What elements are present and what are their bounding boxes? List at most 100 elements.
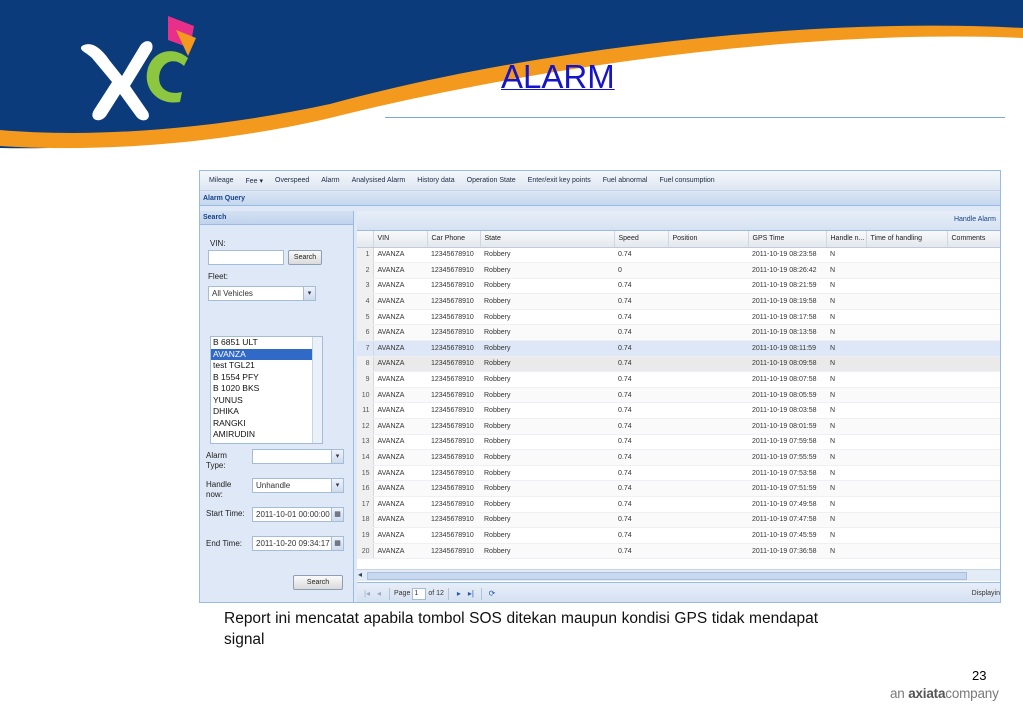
cell-state: Robbery — [480, 309, 614, 326]
table-row[interactable]: 6 AVANZA 12345678910 Robbery 0.74 2011-10-19 … — [357, 324, 1000, 342]
handle-alarm-button[interactable]: Handle Alarm — [954, 216, 996, 223]
first-page-icon[interactable]: |◂ — [361, 589, 373, 598]
table-row[interactable]: 9 AVANZA 12345678910 Robbery 0.74 2011-10-19 … — [357, 371, 1000, 388]
prev-page-icon[interactable]: ◂ — [373, 589, 385, 598]
start-time-input[interactable]: 2011-10-01 00:00:00 ▦ — [252, 507, 344, 522]
cell-comments — [947, 465, 1000, 482]
column-header-gps-time[interactable]: GPS Time — [748, 231, 827, 248]
column-header-position[interactable]: Position — [668, 231, 749, 248]
scroll-left-icon[interactable]: ◂ — [358, 570, 362, 579]
cell-time-of-handling — [866, 465, 947, 482]
cell-time-of-handling — [866, 449, 947, 466]
menu-fuel-abnormal[interactable]: Fuel abnormal — [597, 177, 654, 184]
table-row[interactable]: 2 AVANZA 12345678910 Robbery 0 2011-10-19 08:… — [357, 262, 1000, 279]
search-submit-button[interactable]: Search — [293, 575, 343, 590]
fleet-item[interactable]: RANGKI — [211, 418, 322, 430]
calendar-icon[interactable]: ▦ — [331, 508, 343, 521]
scrollbar-thumb[interactable] — [367, 572, 967, 580]
cell-vin: AVANZA — [373, 402, 427, 420]
table-row[interactable]: 7 AVANZA 12345678910 Robbery 0.74 2011-10-19 … — [357, 340, 1000, 357]
vin-input[interactable] — [208, 250, 284, 265]
table-row[interactable]: 10 AVANZA 12345678910 Robbery 0.74 2011-10-19… — [357, 387, 1000, 404]
menu-analysised-alarm[interactable]: Analysised Alarm — [346, 177, 412, 184]
fleet-item[interactable]: B 1554 PFY — [211, 372, 322, 384]
menu-mileage[interactable]: Mileage — [203, 177, 240, 184]
chevron-down-icon[interactable]: ▾ — [303, 287, 315, 300]
column-header-state[interactable]: State — [480, 231, 615, 248]
cell-speed: 0 — [614, 262, 668, 279]
table-row[interactable]: 4 AVANZA 12345678910 Robbery 0.74 2011-10-19 … — [357, 293, 1000, 310]
refresh-icon[interactable]: ⟳ — [486, 589, 498, 598]
table-row[interactable]: 12 AVANZA 12345678910 Robbery 0.74 2011-10-19… — [357, 418, 1000, 435]
table-row[interactable]: 1 AVANZA 12345678910 Robbery 0.74 2011-10-19 … — [357, 247, 1000, 264]
chevron-down-icon[interactable]: ▾ — [331, 479, 343, 492]
cell-position — [668, 449, 748, 466]
chevron-down-icon[interactable]: ▾ — [331, 450, 343, 463]
column-header-car-phone[interactable]: Car Phone — [427, 231, 481, 248]
column-header-time-of-handling[interactable]: Time of handling — [866, 231, 948, 248]
fleet-select[interactable]: All Vehicles ▾ — [208, 286, 316, 301]
fleet-item[interactable]: AMIRUDIN — [211, 429, 322, 441]
fleet-item[interactable]: YUNUS — [211, 395, 322, 407]
menu-overspeed[interactable]: Overspeed — [269, 177, 315, 184]
table-row[interactable]: 17 AVANZA 12345678910 Robbery 0.74 2011-10-19… — [357, 496, 1000, 513]
menu-enter-exit-key-points[interactable]: Enter/exit key points — [522, 177, 597, 184]
table-row[interactable]: 3 AVANZA 12345678910 Robbery 0.74 2011-10-19 … — [357, 278, 1000, 295]
cell-gps-time: 2011-10-19 08:19:58 — [748, 293, 826, 310]
alarm-type-select[interactable]: ▾ — [252, 449, 344, 464]
calendar-icon[interactable]: ▦ — [331, 537, 343, 550]
table-row[interactable]: 20 AVANZA 12345678910 Robbery 0.74 2011-10-19… — [357, 543, 1000, 560]
row-number: 10 — [357, 387, 374, 404]
cell-handle-now: N — [826, 340, 866, 357]
column-header-comments[interactable]: Comments — [947, 231, 1000, 248]
fleet-list[interactable]: B 6851 ULT AVANZA test TGL21 B 1554 PFY … — [210, 336, 323, 444]
cell-car-phone: 12345678910 — [427, 527, 480, 544]
end-time-input[interactable]: 2011-10-20 09:34:17 ▦ — [252, 536, 344, 551]
next-page-icon[interactable]: ▸ — [453, 589, 465, 598]
cell-position — [668, 356, 748, 373]
cell-car-phone: 12345678910 — [427, 247, 480, 264]
menu-history-data[interactable]: History data — [411, 177, 460, 184]
table-row[interactable]: 14 AVANZA 12345678910 Robbery 0.74 2011-10-19… — [357, 449, 1000, 466]
table-row[interactable]: 5 AVANZA 12345678910 Robbery 0.74 2011-10-19 … — [357, 309, 1000, 326]
cell-gps-time: 2011-10-19 08:03:58 — [748, 402, 826, 420]
cell-state: Robbery — [480, 387, 614, 404]
cell-comments — [947, 527, 1000, 544]
menu-operation-state[interactable]: Operation State — [461, 177, 522, 184]
cell-speed: 0.74 — [614, 418, 668, 435]
table-row[interactable]: 19 AVANZA 12345678910 Robbery 0.74 2011-10-19… — [357, 527, 1000, 544]
handle-now-select[interactable]: Unhandle ▾ — [252, 478, 344, 493]
fleet-item[interactable]: DHIKA — [211, 406, 322, 418]
page-number-input[interactable]: 1 — [412, 587, 427, 600]
horizontal-scrollbar[interactable]: ◂ — [357, 569, 1000, 581]
menu-alarm[interactable]: Alarm — [315, 177, 345, 184]
table-row[interactable]: 13 AVANZA 12345678910 Robbery 0.74 2011-10-19… — [357, 434, 1000, 451]
cell-position — [668, 262, 748, 279]
cell-handle-now: N — [826, 543, 866, 560]
table-row[interactable]: 15 AVANZA 12345678910 Robbery 0.74 2011-10-19… — [357, 465, 1000, 482]
cell-time-of-handling — [866, 278, 947, 295]
cell-position — [668, 496, 748, 513]
table-row[interactable]: 18 AVANZA 12345678910 Robbery 0.74 2011-10-19… — [357, 512, 1000, 529]
search-panel: Search VIN: Search Fleet: All Vehicles ▾… — [200, 211, 354, 602]
table-row[interactable]: 8 AVANZA 12345678910 Robbery 0.74 2011-10-19 … — [357, 356, 1000, 373]
cell-comments — [947, 402, 1000, 420]
column-header-speed[interactable]: Speed — [614, 231, 669, 248]
column-header-vin[interactable]: VIN — [373, 231, 428, 248]
column-header-handle-now[interactable]: Handle n... — [826, 231, 867, 248]
fleet-item[interactable]: B 1020 BKS — [211, 383, 322, 395]
fleet-item[interactable]: test TGL21 — [211, 360, 322, 372]
cell-handle-now: N — [826, 527, 866, 544]
column-header[interactable] — [357, 231, 374, 248]
fleet-item-selected[interactable]: AVANZA — [211, 348, 322, 360]
last-page-icon[interactable]: ▸| — [465, 589, 477, 598]
table-row[interactable]: 16 AVANZA 12345678910 Robbery 0.74 2011-10-19… — [357, 480, 1000, 497]
fleet-list-scrollbar[interactable] — [312, 337, 322, 443]
menu-bar: Mileage Fee ▾ Overspeed Alarm Analysised… — [200, 171, 1000, 191]
cell-position — [668, 434, 748, 451]
fleet-item[interactable]: B 6851 ULT — [211, 337, 322, 349]
menu-fee[interactable]: Fee ▾ — [240, 177, 270, 185]
menu-fuel-consumption[interactable]: Fuel consumption — [653, 177, 720, 184]
vin-search-button[interactable]: Search — [288, 250, 322, 265]
table-row[interactable]: 11 AVANZA 12345678910 Robbery 0.74 2011-10-19… — [357, 402, 1000, 420]
